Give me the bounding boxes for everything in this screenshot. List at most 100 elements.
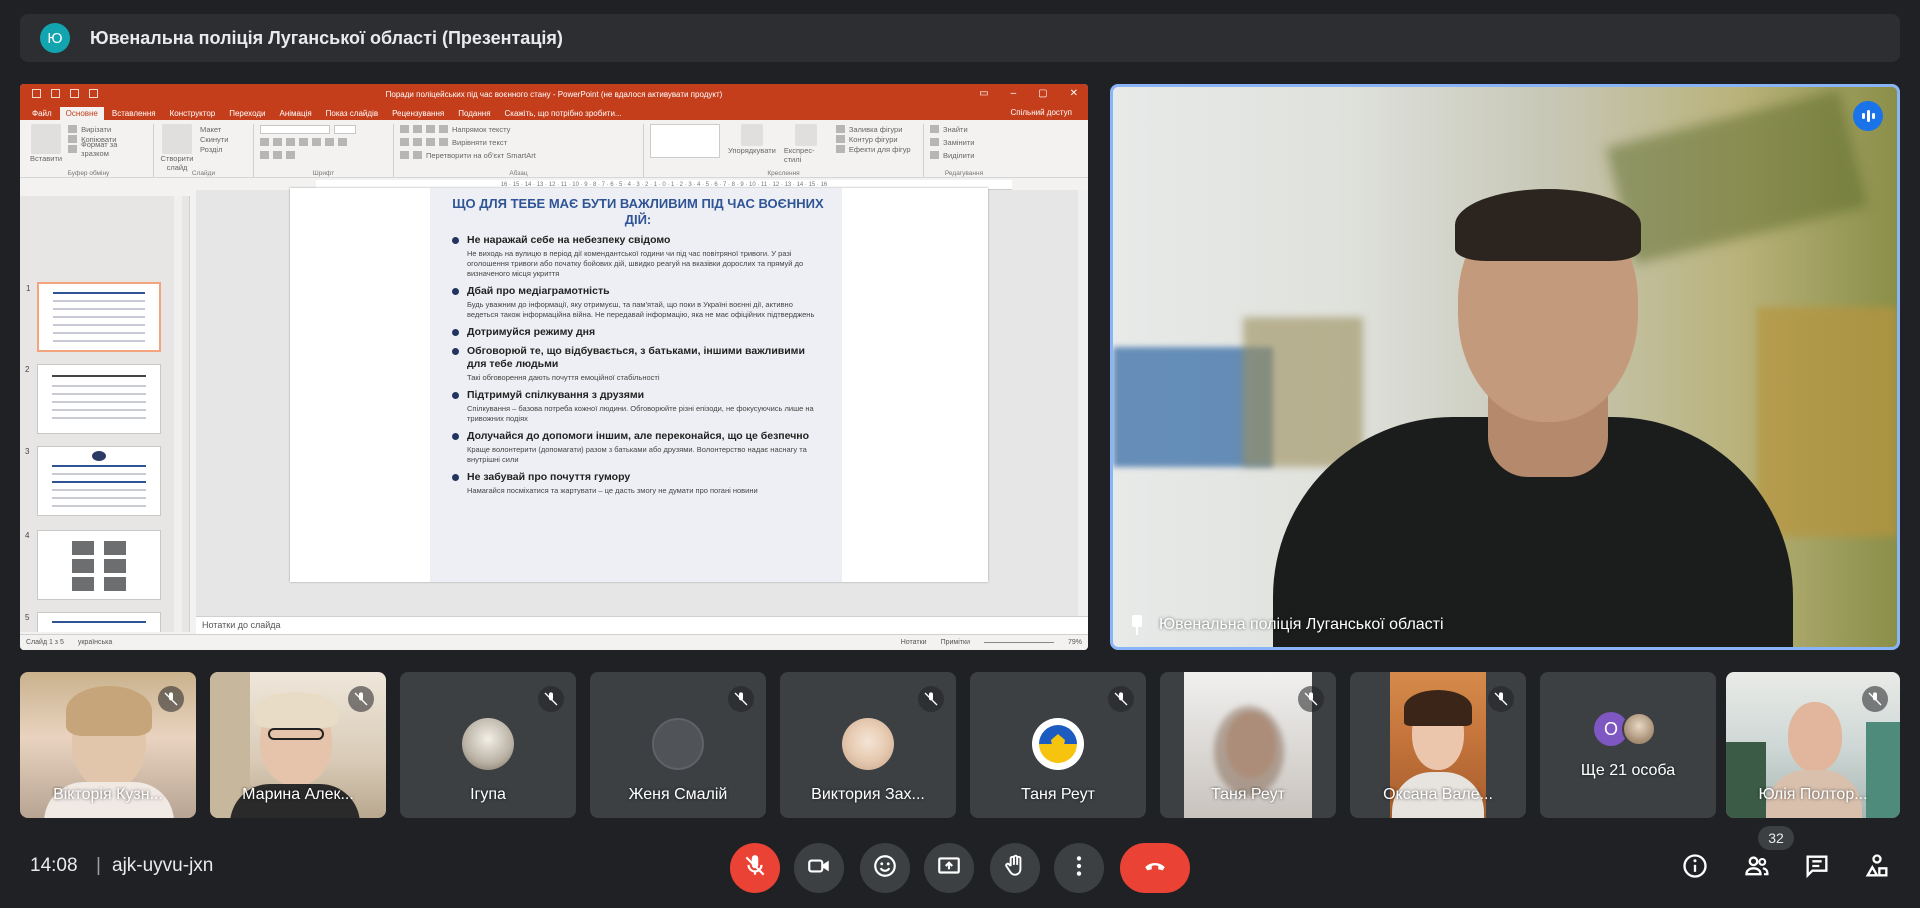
activities-icon <box>1863 852 1891 885</box>
text-direction-label[interactable]: Напрямок тексту <box>452 125 510 134</box>
slide-heading: ЩО ДЛЯ ТЕБЕ МАЄ БУТИ ВАЖЛИВИМ ПІД ЧАС ВО… <box>452 196 824 227</box>
quick-styles-icon[interactable] <box>794 124 817 146</box>
shape-effects-label[interactable]: Ефекти для фігур <box>849 145 911 154</box>
participant-tile[interactable]: Женя Смалій <box>590 672 766 818</box>
bullet-text: Такі обговорення дають почуття емоційної… <box>467 373 660 382</box>
activities-button[interactable] <box>1860 851 1894 885</box>
participant-tile[interactable]: Виктория Зах... <box>780 672 956 818</box>
ppt-tab-animation[interactable]: Анімація <box>273 107 317 120</box>
speaker-video-tile[interactable]: Ювенальна поліція Луганської області <box>1110 84 1900 650</box>
slide-notes-field[interactable]: Нотатки до слайда <box>196 616 1088 634</box>
smartart-label[interactable]: Перетворити на об'єкт SmartArt <box>426 151 536 160</box>
participant-name: Таня Реут <box>1021 786 1095 803</box>
slide-thumbnail-4[interactable]: 4 <box>25 530 161 600</box>
ribbon-group-name: Буфер обміну <box>67 170 110 177</box>
ppt-tab-home[interactable]: Основне <box>59 107 104 120</box>
ppt-tab-review[interactable]: Рецензування <box>386 107 450 120</box>
participant-tile[interactable]: Марина Алек... <box>210 672 386 818</box>
language-indicator[interactable]: українська <box>78 639 112 646</box>
ppt-tab-insert[interactable]: Вставлення <box>106 107 162 120</box>
mic-toggle-button[interactable] <box>730 843 780 893</box>
ribbon-group-font: Шрифт <box>254 124 394 177</box>
notes-toggle[interactable]: Нотатки <box>901 639 927 646</box>
shape-fill-label[interactable]: Заливка фігури <box>849 125 903 134</box>
slide-thumbnail-1[interactable]: 1 <box>26 282 161 352</box>
align-text-label[interactable]: Вирівняти текст <box>452 138 507 147</box>
shape-outline-label[interactable]: Контур фігури <box>849 135 898 144</box>
speaker-name: Ювенальна поліція Луганської області <box>1159 616 1444 633</box>
ppt-share-button[interactable]: Спільний доступ <box>1004 106 1078 119</box>
ribbon-group-name: Слайди <box>191 170 216 177</box>
slide-thumbnail-2[interactable]: 2 <box>25 364 161 434</box>
slide-thumbnail-5[interactable]: 5 <box>25 612 161 632</box>
thumbnails-scrollbar[interactable] <box>174 196 182 632</box>
paste-label[interactable]: Вставити <box>30 154 62 163</box>
participant-tile[interactable]: Ігупа <box>400 672 576 818</box>
meeting-details-button[interactable] <box>1678 851 1712 885</box>
paste-icon[interactable] <box>31 124 62 154</box>
zoom-slider[interactable] <box>983 642 1054 643</box>
font-size-field[interactable] <box>334 124 356 134</box>
avatar <box>462 718 514 770</box>
background-cabinet <box>1757 307 1897 537</box>
mic-off-icon <box>1298 686 1324 712</box>
participant-tile[interactable]: Юлія Полтор... <box>1726 672 1900 818</box>
replace-label[interactable]: Замінити <box>943 138 974 147</box>
font-name-field[interactable] <box>260 124 330 134</box>
format-painter-label[interactable]: Формат за зразком <box>81 140 147 158</box>
shapes-gallery[interactable] <box>650 124 720 158</box>
slide-scrollbar[interactable] <box>1078 190 1088 620</box>
pin-icon[interactable] <box>1129 615 1145 635</box>
ppt-tab-transitions[interactable]: Переходи <box>223 107 271 120</box>
participant-name: Виктория Зах... <box>811 786 925 803</box>
present-button[interactable] <box>924 843 974 893</box>
raise-hand-button[interactable] <box>990 843 1040 893</box>
cut-label[interactable]: Вирізати <box>81 125 111 134</box>
ppt-tab-design[interactable]: Конструктор <box>164 107 222 120</box>
mic-off-icon <box>1108 686 1134 712</box>
meeting-avatar: Ю <box>40 23 70 53</box>
bullet-text: Спілкування – базова потреба кожної люди… <box>467 404 814 423</box>
section-label[interactable]: Розділ <box>200 145 222 154</box>
chat-button[interactable] <box>1800 851 1834 885</box>
camera-toggle-button[interactable] <box>794 843 844 893</box>
ppt-tab-file[interactable]: Файл <box>26 107 58 120</box>
ppt-tell-me[interactable]: Скажіть, що потрібно зробити... <box>499 107 628 120</box>
ppt-tab-slideshow[interactable]: Показ слайдів <box>320 107 384 120</box>
reset-label[interactable]: Скинути <box>200 135 228 144</box>
zoom-level[interactable]: 79% <box>1068 639 1082 646</box>
comments-toggle[interactable]: Примітки <box>941 639 970 646</box>
leave-call-button[interactable] <box>1120 843 1190 893</box>
participant-tile[interactable]: Оксана Вале... <box>1350 672 1526 818</box>
ppt-tab-view[interactable]: Подання <box>452 107 496 120</box>
participant-name: Женя Смалій <box>628 786 728 803</box>
ppt-title-bar: Поради поліцейських під час воєнного ста… <box>20 84 1088 104</box>
people-button[interactable] <box>1740 851 1774 885</box>
reactions-button[interactable] <box>860 843 910 893</box>
participant-tile[interactable]: Таня Реут <box>970 672 1146 818</box>
current-slide[interactable]: ЩО ДЛЯ ТЕБЕ МАЄ БУТИ ВАЖЛИВИМ ПІД ЧАС ВО… <box>290 188 988 582</box>
participant-name: Оксана Вале... <box>1383 786 1493 803</box>
avatar <box>652 718 704 770</box>
slide-bullet: Дотримуйся режиму дня <box>452 326 824 339</box>
more-participants-tile[interactable]: O Ще 21 особа <box>1540 672 1716 818</box>
slide-thumbnail-3[interactable]: 3 <box>25 446 161 516</box>
find-label[interactable]: Знайти <box>943 125 968 134</box>
more-options-button[interactable] <box>1054 843 1104 893</box>
avatar <box>1622 712 1656 746</box>
new-slide-icon[interactable] <box>162 124 192 154</box>
arrange-label[interactable]: Упорядкувати <box>728 146 776 155</box>
meeting-code[interactable]: ajk-uyvu-jxn <box>112 855 213 877</box>
quick-styles-label[interactable]: Експрес-стилі <box>784 146 828 164</box>
bullet-title: Долучайся до допомоги іншим, але перекон… <box>467 430 810 442</box>
select-label[interactable]: Виділити <box>943 151 974 160</box>
bullet-dot <box>452 474 459 481</box>
layout-label[interactable]: Макет <box>200 125 221 134</box>
participant-name: Вікторія Кузн... <box>53 786 163 803</box>
participant-name: Марина Алек... <box>242 786 354 803</box>
presentation-screen[interactable]: Поради поліцейських під час воєнного ста… <box>20 84 1088 650</box>
participant-tile[interactable]: Вікторія Кузн... <box>20 672 196 818</box>
mic-off-icon <box>918 686 944 712</box>
arrange-icon[interactable] <box>740 124 763 146</box>
participant-tile[interactable]: Таня Реут <box>1160 672 1336 818</box>
